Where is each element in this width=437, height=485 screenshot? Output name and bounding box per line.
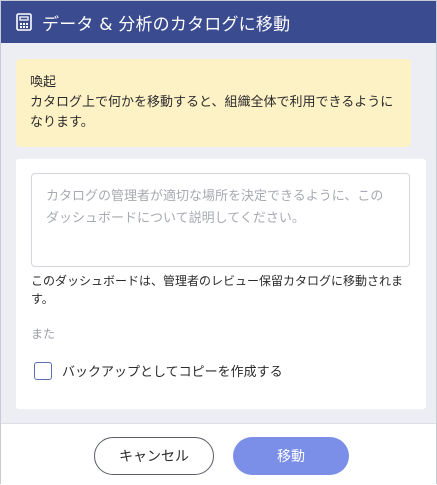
notice-banner: 喚起 カタログ上で何かを移動すると、組織全体で利用できるようになります。 xyxy=(16,59,411,147)
calculator-icon xyxy=(16,13,32,31)
or-text: また xyxy=(31,327,56,341)
dialog-footer: キャンセル 移動 xyxy=(1,423,436,485)
backup-checkbox[interactable] xyxy=(34,361,52,380)
description-textarea[interactable] xyxy=(31,173,410,267)
move-to-catalog-dialog: データ & 分析のカタログに移動 喚起 カタログ上で何かを移動すると、組織全体で… xyxy=(0,0,437,485)
notice-heading: 喚起 xyxy=(30,75,57,90)
notice-body: カタログ上で何かを移動すると、組織全体で利用できるようになります。 xyxy=(30,95,394,130)
cancel-button[interactable]: キャンセル xyxy=(94,437,214,475)
dialog-title: データ & 分析のカタログに移動 xyxy=(42,14,291,35)
form-card: このダッシュボードは、管理者のレビュー保留カタログに移動されます。 また バック… xyxy=(16,159,426,409)
backup-option[interactable]: バックアップとしてコピーを作成する xyxy=(34,361,283,380)
backup-label: バックアップとしてコピーを作成する xyxy=(62,365,283,380)
dialog-header: データ & 分析のカタログに移動 xyxy=(1,1,436,43)
move-note: このダッシュボードは、管理者のレビュー保留カタログに移動されます。 xyxy=(31,274,404,306)
move-button[interactable]: 移動 xyxy=(233,437,349,475)
